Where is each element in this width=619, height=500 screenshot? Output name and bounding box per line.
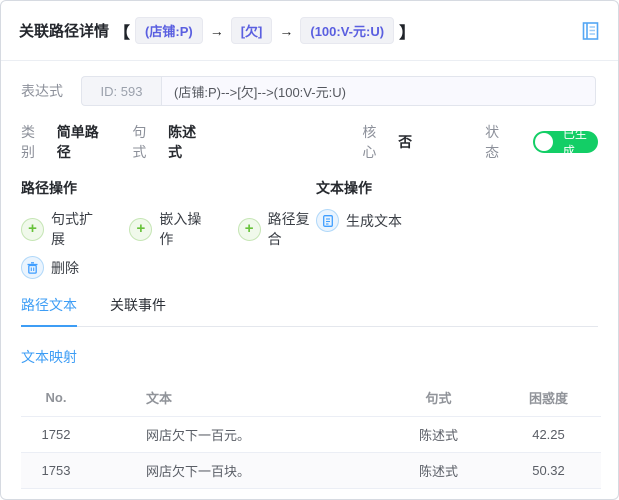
meta-row: 类别 简单路径 句式 陈述式 核心 否 状态 已生成	[21, 122, 598, 162]
bracket-open: 【	[114, 24, 131, 42]
path-node-badge-predicate: [欠]	[230, 17, 273, 44]
cell-sentence: 陈述式	[381, 452, 496, 489]
cell-perplexity: 71.34	[496, 488, 601, 499]
cell-text: 网店欠下100元。	[91, 488, 381, 499]
core-label: 核心	[362, 124, 377, 160]
path-operations-title: 路径操作	[21, 180, 77, 196]
text-mapping-table: No. 文本 句式 困惑度 1752 网店欠下一百元。 陈述式 42.25 17…	[21, 380, 601, 499]
expand-sentence-button[interactable]: + 句式扩展	[21, 209, 99, 249]
cell-text: 网店欠下一百块。	[91, 452, 381, 489]
table-row[interactable]: 1753 网店欠下一百块。 陈述式 50.32	[21, 452, 601, 489]
embed-operation-button[interactable]: + 嵌入操作	[129, 209, 207, 249]
text-operations-title: 文本操作	[316, 180, 372, 196]
path-node-badge-object: (100:V-元:U)	[300, 17, 395, 44]
category-value: 简单路径	[56, 124, 99, 160]
expression-row: 表达式 ID: 593	[21, 76, 598, 106]
tab-path-text[interactable]: 路径文本	[21, 295, 77, 327]
document-icon	[316, 209, 339, 232]
compose-path-button[interactable]: + 路径复合	[237, 209, 316, 249]
delete-button[interactable]: 删除	[21, 256, 79, 279]
expand-sentence-label: 句式扩展	[51, 211, 93, 247]
expression-input-group: ID: 593	[81, 76, 596, 106]
plus-icon: +	[129, 217, 153, 241]
text-operations: 文本操作 生成文本	[316, 178, 402, 279]
column-header-text: 文本	[91, 380, 381, 417]
path-node-badge-subject: (店铺:P)	[135, 17, 203, 44]
path-operations: 路径操作 + 句式扩展 + 嵌入操作 + 路径复合 删除	[21, 178, 316, 279]
status-toggle[interactable]: 已生成	[532, 127, 598, 158]
compose-path-label: 路径复合	[267, 211, 310, 247]
page-title: 关联路径详情	[19, 23, 110, 40]
table-row[interactable]: 1754 网店欠下100元。 陈述式 71.34	[21, 488, 601, 499]
table-row[interactable]: 1752 网店欠下一百元。 陈述式 42.25	[21, 416, 601, 453]
cell-no: 1753	[21, 452, 91, 489]
cell-no: 1754	[21, 488, 91, 499]
bracket-close: 】	[399, 24, 416, 42]
path-detail-panel: 关联路径详情 【 (店铺:P) → [欠] → (100:V-元:U) 】 表达…	[0, 0, 619, 500]
cell-sentence: 陈述式	[381, 416, 496, 453]
plus-icon: +	[21, 217, 44, 241]
generate-text-button[interactable]: 生成文本	[316, 209, 402, 232]
toggle-knob-icon	[534, 133, 553, 151]
sentence-type-label: 句式	[132, 124, 147, 160]
category-label: 类别	[21, 124, 35, 160]
text-mapping-title: 文本映射	[21, 349, 77, 365]
cell-perplexity: 42.25	[496, 416, 601, 453]
column-header-sentence: 句式	[381, 380, 496, 417]
column-header-no: No.	[21, 380, 91, 417]
tab-related-events[interactable]: 关联事件	[110, 295, 166, 327]
cell-sentence: 陈述式	[381, 488, 496, 499]
sentence-type-value: 陈述式	[168, 124, 197, 160]
embed-operation-label: 嵌入操作	[159, 211, 202, 247]
operations-section: 路径操作 + 句式扩展 + 嵌入操作 + 路径复合 删除 文本操作 生成文本	[21, 178, 598, 279]
table-header-row: No. 文本 句式 困惑度	[21, 380, 601, 417]
status-label: 状态	[485, 124, 500, 160]
cell-no: 1752	[21, 416, 91, 453]
tab-bar: 路径文本 关联事件	[21, 295, 598, 327]
column-header-perplexity: 困惑度	[496, 380, 601, 417]
notebook-icon[interactable]	[582, 21, 600, 41]
expression-label: 表达式	[21, 83, 63, 99]
cell-text: 网店欠下一百元。	[91, 416, 381, 453]
panel-header: 关联路径详情 【 (店铺:P) → [欠] → (100:V-元:U) 】	[1, 1, 618, 61]
generate-text-label: 生成文本	[346, 212, 402, 229]
plus-icon: +	[237, 217, 261, 241]
cell-perplexity: 50.32	[496, 452, 601, 489]
arrow-right-icon: →	[209, 22, 224, 39]
delete-label: 删除	[51, 259, 79, 276]
arrow-right-icon: →	[279, 22, 294, 39]
core-value: 否	[398, 134, 413, 150]
expression-input[interactable]	[161, 76, 596, 106]
trash-icon	[21, 256, 44, 279]
expression-id-prefix: ID: 593	[81, 76, 161, 106]
